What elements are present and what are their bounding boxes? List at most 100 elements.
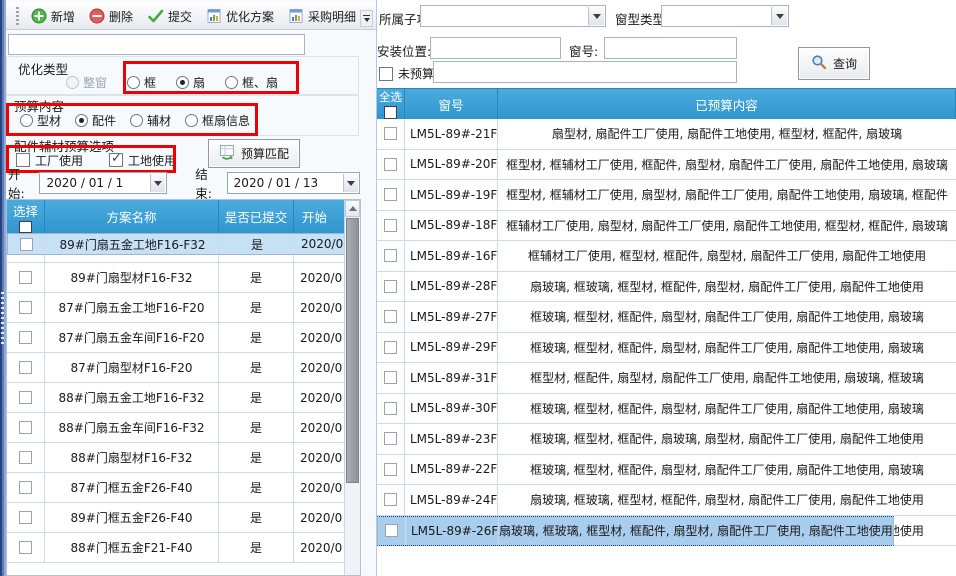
query-button[interactable]: 查询 xyxy=(798,47,870,80)
plan-start-date: 2020/0 xyxy=(294,293,346,322)
budgeted-content: 框型材, 框辅材工厂使用, 框配件, 扇型材, 扇配件工厂使用, 扇配件工地使用… xyxy=(498,150,956,180)
chevron-down-icon[interactable] xyxy=(771,7,787,25)
end-date-picker[interactable]: 2020 / 01 / 13 xyxy=(227,172,360,194)
window-row[interactable]: LM5L-89#-18F16框辅材工厂使用, 扇型材, 扇配件工厂使用, 扇配件… xyxy=(377,211,956,242)
plan-row[interactable]: 88#门框五金F21-F40是2020/0 xyxy=(7,533,360,563)
window-no: LM5L-89#-29F27 xyxy=(405,333,498,363)
select-all-checkbox[interactable] xyxy=(384,106,397,119)
radio-opt-type[interactable]: 框、扇 xyxy=(225,74,278,91)
unbudgeted-checkbox[interactable]: 未预算: xyxy=(379,65,438,82)
radio-opt-type[interactable]: 扇 xyxy=(176,74,205,91)
radio-budget-content[interactable]: 辅材 xyxy=(130,112,171,129)
window-row[interactable]: LM5L-89#-30F28框玻璃, 框型材, 框配件, 扇型材, 扇配件工厂使… xyxy=(377,394,956,425)
radio-opt-type[interactable]: 框 xyxy=(127,74,156,91)
window-no-input[interactable] xyxy=(604,37,737,59)
plan-row[interactable]: 88#门扇型材F16-F32是2020/0 xyxy=(7,443,360,473)
window-row[interactable]: LM5L-89#-16F15框辅材工厂使用, 框型材, 框配件, 扇型材, 扇配… xyxy=(377,241,956,272)
row-checkbox[interactable] xyxy=(384,127,397,140)
row-checkbox[interactable] xyxy=(19,511,32,524)
budgeted-content: 框辅材工厂使用, 扇型材, 扇配件工厂使用, 扇配件工地使用, 框型材, 框配件… xyxy=(498,211,956,241)
plan-start-date: 2020/0 xyxy=(294,323,346,352)
toolbar-overflow-button[interactable] xyxy=(360,10,373,27)
row-checkbox[interactable] xyxy=(19,271,32,284)
new-button[interactable]: 新增 xyxy=(25,5,81,28)
row-checkbox[interactable] xyxy=(384,432,397,445)
row-checkbox[interactable] xyxy=(19,331,32,344)
scroll-up-icon[interactable] xyxy=(345,200,360,217)
plan-name: 88#门框五金F21-F40 xyxy=(45,533,219,562)
window-row[interactable]: LM5L-89#-31F29框型材, 框配件, 扇型材, 扇配件工厂使用, 扇配… xyxy=(377,363,956,394)
scrollbar-thumb[interactable] xyxy=(346,218,359,483)
row-checkbox[interactable] xyxy=(384,188,397,201)
header-window-no[interactable]: 窗号 xyxy=(405,89,498,119)
sub-item-select[interactable] xyxy=(420,5,606,27)
row-checkbox[interactable] xyxy=(384,310,397,323)
plan-row[interactable]: 89#门扇五金工地F16-F32是2020/0 xyxy=(7,233,348,255)
window-row[interactable]: LM5L-89#-19F17框型材, 框辅材工厂使用, 扇型材, 扇配件工厂使用… xyxy=(377,180,956,211)
delete-button[interactable]: 删除 xyxy=(83,5,139,28)
chevron-down-icon[interactable] xyxy=(150,174,165,192)
chevron-down-icon[interactable] xyxy=(588,7,604,25)
row-checkbox[interactable] xyxy=(384,402,397,415)
radio-budget-content[interactable]: 配件 xyxy=(75,112,116,129)
window-row[interactable]: LM5L-89#-21F19扇型材, 扇配件工厂使用, 扇配件工地使用, 框型材… xyxy=(377,119,956,150)
plan-filter-input[interactable] xyxy=(8,34,305,55)
window-type-select[interactable] xyxy=(661,5,789,27)
checkbox-usage[interactable]: 工地使用 xyxy=(109,152,176,169)
plan-row[interactable]: 87#门框五金F26-F40是2020/0 xyxy=(7,473,360,503)
window-row[interactable]: LM5L-89#-20F18框型材, 框辅材工厂使用, 框配件, 扇型材, 扇配… xyxy=(377,150,956,181)
header-submitted[interactable]: 是否已提交 xyxy=(219,200,294,233)
row-checkbox[interactable] xyxy=(384,249,397,262)
window-row[interactable]: LM5L-89#-28F26扇玻璃, 框玻璃, 框型材, 框配件, 扇型材, 扇… xyxy=(377,272,956,303)
row-checkbox[interactable] xyxy=(19,481,32,494)
plan-submitted: 是 xyxy=(219,383,294,412)
row-checkbox[interactable] xyxy=(384,493,397,506)
window-row[interactable]: LM5L-89#-29F27框玻璃, 框型材, 框配件, 扇型材, 扇配件工厂使… xyxy=(377,333,956,364)
plan-table-scrollbar[interactable] xyxy=(344,200,360,576)
select-all-checkbox[interactable] xyxy=(19,221,32,233)
row-checkbox[interactable] xyxy=(384,371,397,384)
unbudgeted-input[interactable] xyxy=(433,61,737,83)
row-checkbox[interactable] xyxy=(19,301,32,314)
plan-row[interactable]: 89#门框五金F26-F40是2020/0 xyxy=(7,503,360,533)
submit-button[interactable]: 提交 xyxy=(141,5,198,28)
header-start-date[interactable]: 开始 xyxy=(294,200,346,233)
row-checkbox[interactable] xyxy=(384,280,397,293)
radio-icon xyxy=(127,76,140,89)
plan-row[interactable]: 87#门扇型材F16-F20是2020/0 xyxy=(7,353,360,383)
window-row[interactable]: LM5L-89#-22F20框玻璃, 框型材, 框配件, 扇型材, 扇配件工厂使… xyxy=(377,455,956,486)
window-row[interactable]: LM5L-89#-24F22扇玻璃, 框玻璃, 框型材, 框配件, 扇型材, 扇… xyxy=(377,485,956,516)
row-checkbox[interactable] xyxy=(20,238,33,251)
plan-row[interactable]: 89#门扇型材F16-F32是2020/0 xyxy=(7,263,360,293)
radio-opt-type[interactable]: 整窗 xyxy=(66,74,107,91)
header-budgeted-content[interactable]: 已预算内容 xyxy=(498,89,956,119)
install-position-input[interactable] xyxy=(430,37,561,59)
row-checkbox[interactable] xyxy=(19,421,32,434)
row-checkbox[interactable] xyxy=(385,524,398,537)
row-checkbox[interactable] xyxy=(19,361,32,374)
row-checkbox[interactable] xyxy=(384,341,397,354)
window-row[interactable]: LM5L-89#-27F25框玻璃, 框型材, 框配件, 扇型材, 扇配件工厂使… xyxy=(377,302,956,333)
plan-start-date: 2020/0 xyxy=(294,383,346,412)
row-checkbox[interactable] xyxy=(19,451,32,464)
window-no: LM5L-89#-27F25 xyxy=(405,302,498,332)
row-checkbox[interactable] xyxy=(384,463,397,476)
plan-row[interactable]: 87#门扇五金车间F16-F20是2020/0 xyxy=(7,323,360,353)
row-checkbox[interactable] xyxy=(19,541,32,554)
window-row[interactable]: LM5L-89#-26F24扇玻璃, 框玻璃, 框型材, 框配件, 扇型材, 扇… xyxy=(377,516,894,547)
header-plan-name[interactable]: 方案名称 xyxy=(45,200,219,233)
window-row[interactable]: LM5L-89#-23F21框玻璃, 框型材, 框配件, 扇玻璃, 扇型材, 扇… xyxy=(377,424,956,455)
row-checkbox[interactable] xyxy=(384,219,397,232)
plan-row[interactable]: 87#门扇五金工地F16-F20是2020/0 xyxy=(7,293,360,323)
start-date-picker[interactable]: 2020 / 01 / 1 xyxy=(39,172,167,194)
window-no: LM5L-89#-22F20 xyxy=(405,455,498,485)
row-checkbox[interactable] xyxy=(384,158,397,171)
radio-budget-content[interactable]: 型材 xyxy=(20,112,61,129)
plan-row[interactable]: 88#门扇五金工地F16-F32是2020/0 xyxy=(7,383,360,413)
optimize-plan-button[interactable]: 优化方案 xyxy=(200,5,280,28)
radio-budget-content[interactable]: 框扇信息 xyxy=(185,112,250,129)
budgeted-content: 扇型材, 扇配件工厂使用, 扇配件工地使用, 框型材, 框配件, 扇玻璃 xyxy=(498,119,956,149)
plan-row[interactable]: 88#门扇五金车间F16-F32是2020/0 xyxy=(7,413,360,443)
chevron-down-icon[interactable] xyxy=(343,174,358,192)
row-checkbox[interactable] xyxy=(19,391,32,404)
